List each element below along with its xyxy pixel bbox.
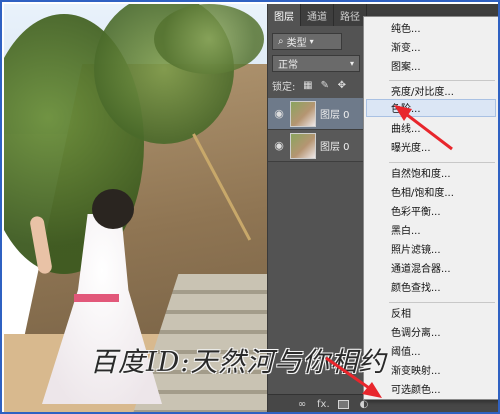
- menu-item-color-lookup[interactable]: 颜色查找...: [391, 280, 441, 297]
- girl-head: [92, 189, 134, 229]
- arrow-icon: [394, 105, 453, 151]
- lock-transparent-icon[interactable]: ▦: [301, 79, 314, 92]
- menu-item-black-white[interactable]: 黑白...: [391, 223, 421, 240]
- lock-brush-icon[interactable]: ✎: [318, 79, 331, 92]
- tab-layers[interactable]: 图层: [268, 4, 301, 26]
- menu-item-pattern[interactable]: 图案...: [391, 59, 421, 76]
- menu-item-color-balance[interactable]: 色彩平衡...: [391, 204, 441, 221]
- lock-move-icon[interactable]: ✥: [335, 79, 348, 92]
- screenshot-frame: 图层 通道 路径 ⌕ 类型 ▾ 正常 ▾ 锁定: ▦ ✎ ✥ ◉ 图层 0 ◉ …: [0, 0, 500, 414]
- menu-item-channel-mixer[interactable]: 通道混合器...: [391, 261, 451, 278]
- layer-thumbnail: [290, 132, 316, 159]
- menu-separator: [389, 162, 495, 163]
- blend-mode-select[interactable]: 正常 ▾: [272, 54, 360, 72]
- menu-item-gradient-map[interactable]: 渐变映射...: [391, 363, 441, 380]
- tree-foliage-top: [154, 4, 264, 74]
- link-icon[interactable]: ∞: [296, 399, 308, 410]
- layer-name[interactable]: 图层 0: [320, 106, 350, 121]
- layer-thumbnail: [290, 100, 316, 127]
- menu-item-vibrance[interactable]: 自然饱和度...: [391, 166, 451, 183]
- menu-item-threshold[interactable]: 阈值...: [391, 344, 421, 361]
- eye-icon[interactable]: ◉: [268, 139, 290, 152]
- girl-belt: [74, 294, 119, 302]
- tab-channels[interactable]: 通道: [301, 4, 334, 26]
- layer-name[interactable]: 图层 0: [320, 138, 350, 153]
- menu-item-gradient[interactable]: 渐变...: [391, 40, 421, 57]
- menu-separator: [389, 80, 495, 81]
- menu-item-photo-filter[interactable]: 照片滤镜...: [391, 242, 441, 259]
- blend-mode-value: 正常: [278, 59, 298, 71]
- lock-label: 锁定:: [272, 81, 296, 93]
- menu-separator: [389, 302, 495, 303]
- chevron-down-icon: ▾: [309, 36, 314, 46]
- menu-item-posterize[interactable]: 色调分离...: [391, 325, 441, 342]
- arrow-icon: [325, 356, 382, 398]
- menu-item-hue-saturation[interactable]: 色相/饱和度...: [391, 185, 454, 202]
- menu-item-selective-color[interactable]: 可选颜色...: [391, 382, 441, 399]
- eye-icon[interactable]: ◉: [268, 107, 290, 120]
- menu-item-invert[interactable]: 反相: [391, 306, 411, 323]
- menu-item-solid-color[interactable]: 纯色...: [391, 21, 421, 38]
- search-icon: ⌕: [278, 35, 284, 47]
- chevron-down-icon: ▾: [349, 58, 354, 68]
- layer-filter-select[interactable]: ⌕ 类型 ▾: [272, 32, 342, 50]
- filter-label: 类型: [286, 37, 307, 49]
